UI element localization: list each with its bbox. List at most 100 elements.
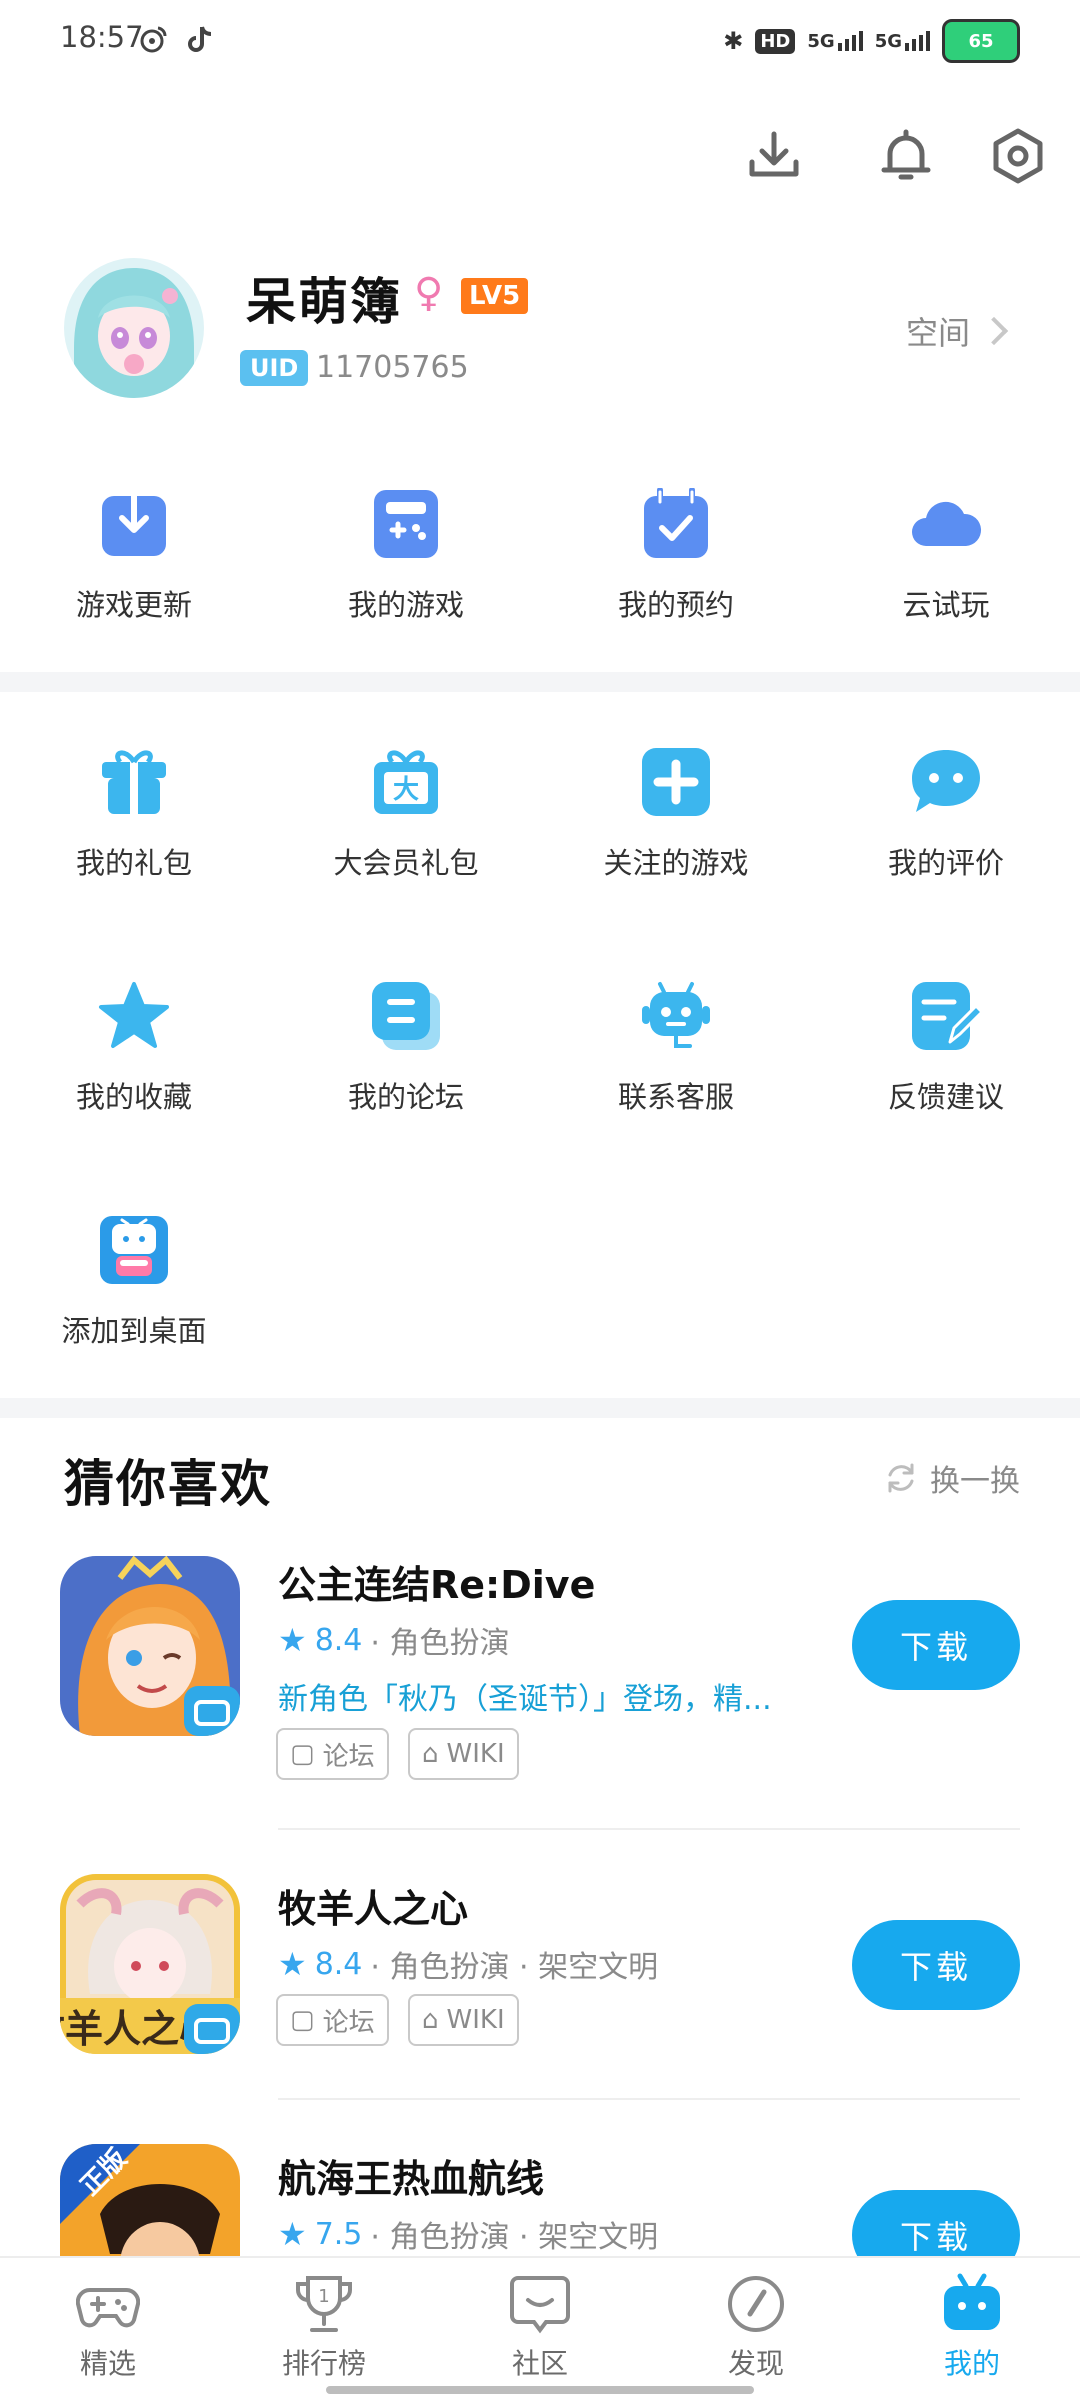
bottom-nav: 精选 1 排行榜 社区 发现 我的: [0, 2256, 1080, 2400]
game-rating: 7.5: [314, 2216, 363, 2252]
section-divider: [0, 672, 1080, 692]
space-label: 空间: [905, 314, 970, 352]
game-icon[interactable]: 牧羊人之心: [60, 1874, 240, 2054]
service-vip-gifts[interactable]: 大 大会员礼包: [296, 746, 516, 886]
game-news[interactable]: 新角色「秋乃（圣诞节）」登场，精...: [278, 1674, 838, 1718]
nav-featured[interactable]: 精选: [28, 2272, 188, 2382]
community-icon: [510, 2276, 570, 2334]
bilibili-desktop-icon: [100, 1216, 168, 1284]
svg-text:1: 1: [318, 2286, 329, 2307]
gamepad-icon: [374, 490, 438, 558]
graduation-cap-icon: ⌂: [422, 2005, 439, 2035]
game-name: 公主连结Re:Dive: [278, 1563, 596, 1607]
tag-label: 论坛: [322, 1741, 375, 1772]
space-link[interactable]: 空间: [905, 308, 1009, 354]
calendar-check-icon: [644, 488, 708, 558]
game-icon[interactable]: [60, 1556, 240, 1736]
home-indicator[interactable]: [326, 2386, 754, 2394]
service-add-to-desktop[interactable]: 添加到桌面: [24, 1214, 244, 1354]
recommend-title: 猜你喜欢: [64, 1455, 272, 1513]
game-category: · 角色扮演 · 架空文明: [370, 2220, 659, 2255]
quick-my-games[interactable]: 我的游戏: [296, 488, 516, 628]
quick-game-update[interactable]: 游戏更新: [24, 488, 244, 628]
forum-tag[interactable]: ▢ 论坛: [276, 1994, 389, 2046]
graduation-cap-icon: ⌂: [422, 1739, 439, 1769]
quick-cloud-play[interactable]: 云试玩: [836, 488, 1056, 628]
tag-label: WIKI: [446, 2005, 505, 2035]
game-meta: ★ 8.4 · 角色扮演 · 架空文明: [278, 1942, 658, 1986]
download-icon[interactable]: [744, 126, 804, 186]
star-icon: ★: [278, 1945, 307, 1983]
bilibili-tv-icon: [944, 2273, 1000, 2330]
game-meta: ★ 8.4 · 角色扮演: [278, 1618, 509, 1662]
compass-icon: [728, 2276, 784, 2332]
service-my-forum[interactable]: 我的论坛: [296, 980, 516, 1120]
service-label: 我的收藏: [75, 1080, 192, 1114]
forum-tag[interactable]: ▢ 论坛: [276, 1728, 389, 1780]
section-divider: [0, 1398, 1080, 1418]
nav-ranking[interactable]: 1 排行榜: [244, 2272, 404, 2382]
nav-discover[interactable]: 发现: [676, 2272, 836, 2382]
game-name: 航海王热血航线: [278, 2157, 545, 2201]
settings-icon[interactable]: [988, 126, 1048, 186]
uid-value: 11705765: [316, 350, 469, 385]
battery-level: 65: [968, 30, 994, 52]
download-button[interactable]: 下载: [852, 1600, 1020, 1690]
row-divider: [278, 2098, 1020, 2100]
status-bar: 18:57 ✱ HD 5G 5G 65: [0, 0, 1080, 80]
chevron-right-icon: [979, 316, 1009, 346]
uid-label: UID: [240, 350, 309, 386]
service-label: 我的论坛: [347, 1080, 464, 1114]
status-indicators: ✱ HD 5G 5G 65: [723, 16, 1020, 66]
plus-icon: [642, 748, 710, 816]
refresh-icon: [888, 1463, 914, 1493]
comment-icon: [912, 750, 980, 812]
edit-icon: [912, 982, 982, 1050]
tiktok-icon: [188, 26, 212, 52]
service-my-gifts[interactable]: 我的礼包: [24, 746, 244, 886]
nav-label: 精选: [79, 2347, 136, 2380]
refresh-label: 换一换: [930, 1464, 1020, 1499]
service-label: 反馈建议: [887, 1080, 1004, 1114]
female-icon: ♀: [414, 270, 444, 316]
nav-label: 排行榜: [281, 2347, 366, 2380]
network-label-2: 5G: [874, 31, 902, 52]
service-label: 我的评价: [887, 846, 1004, 880]
status-time: 18:57: [60, 20, 144, 54]
game-category: · 角色扮演: [370, 1626, 510, 1661]
nav-community[interactable]: 社区: [460, 2272, 620, 2382]
star-icon: ★: [278, 2215, 307, 2253]
gamepad-nav-icon: [76, 2287, 140, 2328]
row-divider: [278, 1828, 1020, 1830]
service-feedback[interactable]: 反馈建议: [836, 980, 1056, 1120]
quick-my-reservations[interactable]: 我的预约: [566, 488, 786, 628]
game-category: · 角色扮演 · 架空文明: [370, 1950, 659, 1985]
tag-label: WIKI: [446, 1739, 505, 1769]
wiki-tag[interactable]: ⌂ WIKI: [408, 1728, 519, 1780]
wiki-tag[interactable]: ⌂ WIKI: [408, 1994, 519, 2046]
forum-icon: [372, 982, 440, 1050]
star-icon: [99, 982, 169, 1048]
bell-icon[interactable]: [876, 126, 936, 186]
level-badge: LV5: [461, 278, 529, 314]
quick-label: 游戏更新: [75, 588, 192, 622]
nav-label: 发现: [727, 2347, 784, 2380]
refresh-button[interactable]: 换一换: [884, 1456, 1020, 1500]
gift-icon: [102, 750, 166, 814]
quick-label: 我的预约: [617, 588, 734, 622]
service-label: 我的礼包: [75, 846, 192, 880]
weibo-icon: [140, 26, 167, 53]
nav-me[interactable]: 我的: [892, 2272, 1052, 2382]
download-button[interactable]: 下载: [852, 1920, 1020, 2010]
network-label-1: 5G: [807, 31, 835, 52]
svg-text:大: 大: [393, 775, 419, 805]
download-box-icon: [102, 488, 166, 556]
chat-icon: ▢: [290, 1739, 315, 1769]
avatar[interactable]: [64, 258, 204, 398]
service-followed-games[interactable]: 关注的游戏: [566, 746, 786, 886]
vip-gift-icon: 大: [374, 750, 438, 814]
service-contact-support[interactable]: 联系客服: [566, 980, 786, 1120]
service-my-favorites[interactable]: 我的收藏: [24, 980, 244, 1120]
star-icon: ★: [278, 1621, 307, 1659]
service-my-reviews[interactable]: 我的评价: [836, 746, 1056, 886]
